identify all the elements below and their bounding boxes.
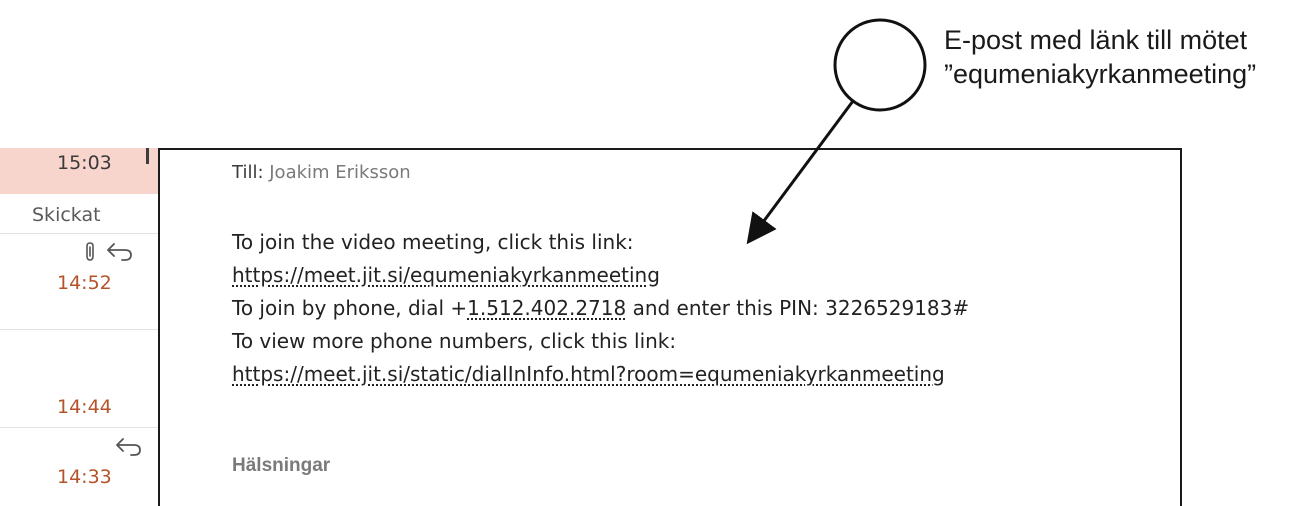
callout-circle [833,18,927,112]
callout-text: E-post med länk till mötet ”equmeniakyrk… [944,23,1256,91]
callout-arrow [746,100,855,245]
callout-line-2: ”equmeniakyrkanmeeting” [944,59,1257,89]
callout-line-1: E-post med länk till mötet [944,25,1248,55]
